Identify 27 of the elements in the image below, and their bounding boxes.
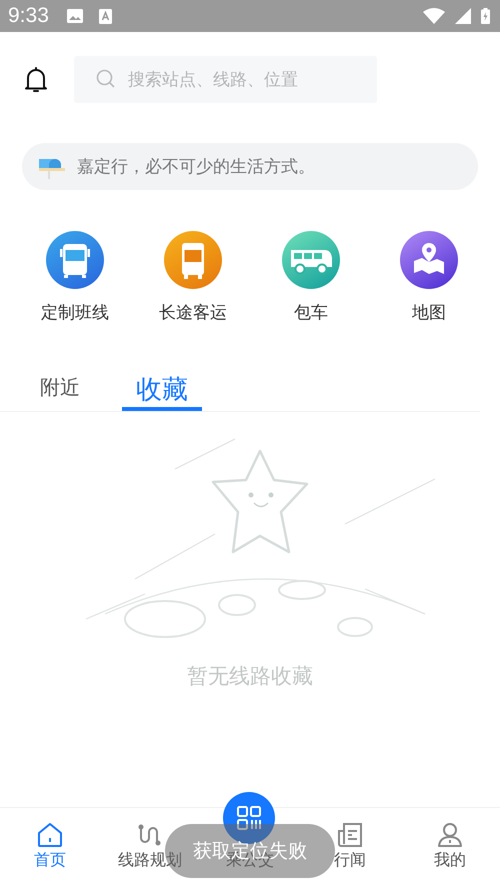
bell-icon[interactable] bbox=[23, 66, 49, 94]
bus-icon bbox=[164, 231, 222, 289]
image-icon bbox=[66, 9, 83, 23]
nav-tab[interactable]: 我的 bbox=[400, 808, 500, 888]
wifi-icon bbox=[423, 8, 445, 24]
status-time: 9:33 bbox=[8, 4, 49, 28]
map-pin-icon bbox=[400, 231, 458, 289]
tab[interactable]: 收藏 bbox=[122, 372, 202, 411]
shortcut-item[interactable]: 长途客运 bbox=[143, 231, 243, 324]
font-icon bbox=[98, 8, 112, 24]
slogan-text: 嘉定行，必不可少的生活方式。 bbox=[77, 156, 315, 178]
shortcut-item[interactable]: 地图 bbox=[379, 231, 479, 324]
shortcut-item[interactable]: 包车 bbox=[261, 231, 361, 324]
signal-icon bbox=[455, 8, 471, 24]
home-icon bbox=[37, 822, 63, 848]
shortcut-item[interactable]: 定制班线 bbox=[25, 231, 125, 324]
qr-code-icon bbox=[236, 805, 262, 831]
nav-tab[interactable]: 首页 bbox=[0, 808, 100, 888]
person-icon bbox=[437, 822, 463, 848]
bus-icon bbox=[46, 231, 104, 289]
route-icon bbox=[137, 822, 163, 848]
search-field[interactable]: 搜索站点、线路、位置 bbox=[74, 56, 377, 103]
news-icon bbox=[337, 822, 363, 848]
tab[interactable]: 附近 bbox=[36, 372, 84, 411]
bus-icon bbox=[282, 231, 340, 289]
empty-message: 暂无线路收藏 bbox=[187, 663, 313, 690]
battery-icon bbox=[481, 8, 490, 24]
